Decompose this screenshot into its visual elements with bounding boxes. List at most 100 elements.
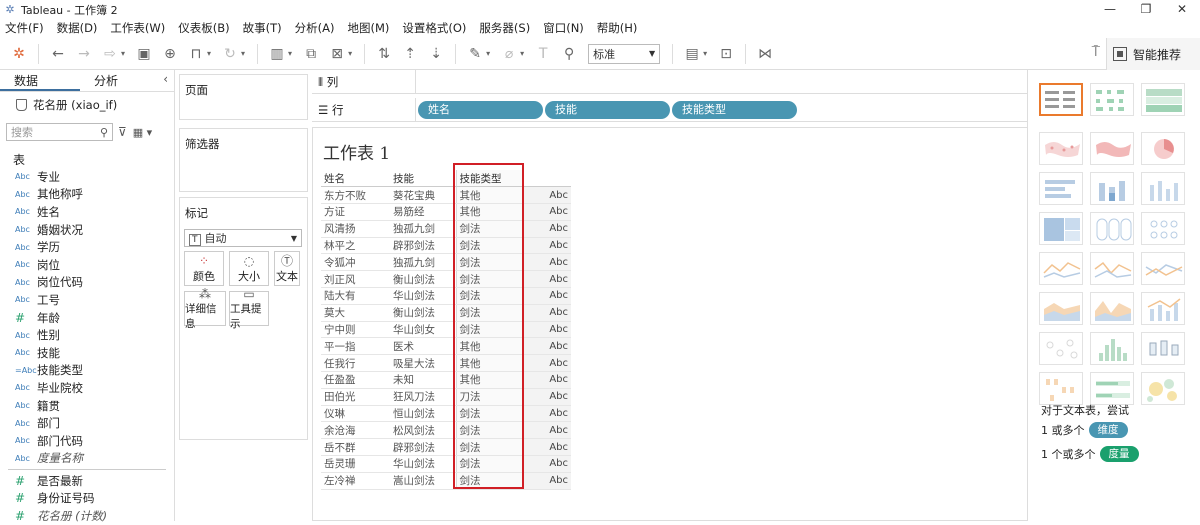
field-item[interactable]: Abc 部门代码 bbox=[0, 432, 174, 450]
menu-dashboard[interactable]: 仪表板(B) bbox=[178, 20, 229, 36]
cell-skill[interactable]: 衡山剑法 bbox=[390, 270, 457, 289]
cell-skill[interactable]: 吸星大法 bbox=[390, 354, 457, 373]
cell-name[interactable]: 任我行 bbox=[321, 354, 390, 373]
cell-abc[interactable]: Abc bbox=[523, 304, 571, 322]
cell-skill[interactable]: 独孤九剑 bbox=[390, 253, 457, 272]
cell-abc[interactable]: Abc bbox=[523, 321, 571, 339]
thumb-highlight-table[interactable] bbox=[1141, 83, 1185, 116]
cell-name[interactable]: 岳灵珊 bbox=[321, 455, 390, 473]
field-item[interactable]: Abc 技能 bbox=[0, 344, 174, 362]
undo-icon[interactable]: ← bbox=[47, 43, 69, 65]
cell-abc[interactable]: Abc bbox=[523, 421, 571, 440]
field-item[interactable]: Abc 岗位代码 bbox=[0, 274, 174, 292]
thumb-side-by-side-bar[interactable] bbox=[1141, 172, 1185, 205]
rows-drop-area[interactable]: 姓名 技能 技能类型 bbox=[416, 98, 1027, 122]
field-item[interactable]: Abc 籍贯 bbox=[0, 397, 174, 415]
cell-name[interactable]: 令狐冲 bbox=[321, 253, 390, 272]
thumb-text-table[interactable] bbox=[1039, 83, 1083, 116]
cell-abc[interactable]: Abc bbox=[523, 337, 571, 356]
chevron-down-icon[interactable]: ▾ bbox=[121, 49, 125, 58]
field-item[interactable]: =Abc 技能类型 bbox=[0, 362, 174, 380]
chevron-down-icon[interactable]: ▾ bbox=[348, 49, 352, 58]
cell-abc[interactable]: Abc bbox=[523, 220, 571, 238]
text-button[interactable]: Ⓣ 文本 bbox=[274, 251, 300, 286]
cell-skill[interactable]: 恒山剑法 bbox=[390, 405, 457, 423]
save-icon[interactable]: ▣ bbox=[133, 43, 155, 65]
new-datasource-icon[interactable]: ⊕ bbox=[159, 43, 181, 65]
show-labels-icon[interactable]: T bbox=[532, 43, 554, 65]
thumb-symbol-map[interactable] bbox=[1039, 132, 1083, 165]
cell-name[interactable]: 宁中则 bbox=[321, 321, 390, 339]
menu-file[interactable]: 文件(F) bbox=[5, 20, 44, 36]
thumb-line-discrete[interactable] bbox=[1090, 252, 1134, 285]
thumb-gantt[interactable] bbox=[1039, 372, 1083, 405]
cell-skill[interactable]: 易筋经 bbox=[390, 203, 457, 221]
duplicate-sheet-icon[interactable]: ⧉ bbox=[300, 43, 322, 65]
presentation-mode-icon[interactable]: ⊡ bbox=[715, 43, 737, 65]
filters-card[interactable]: 筛选器 bbox=[179, 128, 308, 192]
rows-pill-skill-type[interactable]: 技能类型 bbox=[672, 100, 797, 119]
cell-abc[interactable]: Abc bbox=[523, 371, 571, 389]
cell-skill[interactable]: 独孤九剑 bbox=[390, 220, 457, 238]
view-options-icon[interactable]: ▦ ▾ bbox=[133, 126, 152, 139]
thumb-heatmap[interactable] bbox=[1090, 83, 1134, 116]
cell-name[interactable]: 刘正风 bbox=[321, 270, 390, 289]
field-item[interactable]: # 花名册 (计数) bbox=[0, 507, 174, 525]
field-item[interactable]: # 年龄 bbox=[0, 309, 174, 327]
cell-abc[interactable]: Abc bbox=[523, 253, 571, 272]
thumb-filled-map[interactable] bbox=[1090, 132, 1134, 165]
cell-skill[interactable]: 狂风刀法 bbox=[390, 388, 457, 406]
cell-abc[interactable]: Abc bbox=[523, 186, 571, 205]
thumb-area-discrete[interactable] bbox=[1090, 292, 1134, 325]
cell-skill[interactable]: 嵩山剑法 bbox=[390, 472, 457, 490]
cell-name[interactable]: 平一指 bbox=[321, 337, 390, 356]
cell-abc[interactable]: Abc bbox=[523, 237, 571, 255]
share-icon[interactable]: ⋈ bbox=[754, 43, 776, 65]
cell-abc[interactable]: Abc bbox=[523, 203, 571, 221]
thumb-circle-view[interactable] bbox=[1090, 212, 1134, 245]
group-icon[interactable]: ⌀ bbox=[498, 43, 520, 65]
rows-pill-name[interactable]: 姓名 bbox=[418, 100, 543, 119]
highlight-icon[interactable]: ✎ bbox=[464, 43, 486, 65]
thumb-area-continuous[interactable] bbox=[1039, 292, 1083, 325]
pin-icon[interactable]: ⍑ bbox=[1092, 44, 1100, 60]
search-input[interactable] bbox=[11, 125, 91, 139]
thumb-stacked-hbar[interactable] bbox=[1090, 172, 1134, 205]
cell-abc[interactable]: Abc bbox=[523, 472, 571, 490]
datasource-item[interactable]: 花名册 (xiao_if) bbox=[0, 94, 174, 116]
columns-drop-area[interactable] bbox=[416, 70, 1027, 94]
field-item[interactable]: Abc 性别 bbox=[0, 326, 174, 344]
field-item[interactable]: Abc 其他称呼 bbox=[0, 186, 174, 204]
field-item[interactable]: Abc 婚姻状况 bbox=[0, 221, 174, 239]
thumb-line-continuous[interactable] bbox=[1039, 252, 1083, 285]
swap-rows-columns-icon[interactable]: ⇅ bbox=[373, 43, 395, 65]
field-item[interactable]: Abc 姓名 bbox=[0, 203, 174, 221]
thumb-dual-line[interactable] bbox=[1141, 252, 1185, 285]
cell-name[interactable]: 左冷禅 bbox=[321, 472, 390, 490]
mark-type-select[interactable]: T 自动 ▼ bbox=[184, 229, 302, 247]
thumb-scatter[interactable] bbox=[1039, 332, 1083, 365]
menu-map[interactable]: 地图(M) bbox=[347, 20, 389, 36]
filter-icon[interactable]: ⊽ bbox=[118, 125, 127, 139]
rows-pill-skill[interactable]: 技能 bbox=[545, 100, 670, 119]
tab-analytics[interactable]: 分析 bbox=[80, 70, 160, 91]
detail-button[interactable]: ⁂ 详细信息 bbox=[184, 287, 226, 330]
menu-data[interactable]: 数据(D) bbox=[57, 20, 98, 36]
cell-name[interactable]: 田伯光 bbox=[321, 388, 390, 406]
cell-abc[interactable]: Abc bbox=[523, 270, 571, 289]
size-button[interactable]: ◌ 大小 bbox=[229, 251, 269, 286]
tab-data[interactable]: 数据 bbox=[0, 70, 80, 91]
show-cards-icon[interactable]: ▤ bbox=[681, 43, 703, 65]
thumb-treemap[interactable] bbox=[1039, 212, 1083, 245]
replay-icon[interactable]: ⇨ bbox=[99, 43, 121, 65]
pages-card[interactable]: 页面 bbox=[179, 74, 308, 120]
pause-updates-icon[interactable]: ⊓ bbox=[185, 43, 207, 65]
collapse-pane-icon[interactable]: ‹ bbox=[163, 72, 168, 86]
cell-name[interactable]: 莫大 bbox=[321, 304, 390, 322]
cell-name[interactable]: 任盈盈 bbox=[321, 371, 390, 389]
cell-abc[interactable]: Abc bbox=[523, 388, 571, 406]
chevron-down-icon[interactable]: ▾ bbox=[703, 49, 707, 58]
cell-skill[interactable]: 辟邪剑法 bbox=[390, 237, 457, 255]
chevron-down-icon[interactable]: ▾ bbox=[288, 49, 292, 58]
cell-name[interactable]: 余沧海 bbox=[321, 421, 390, 440]
